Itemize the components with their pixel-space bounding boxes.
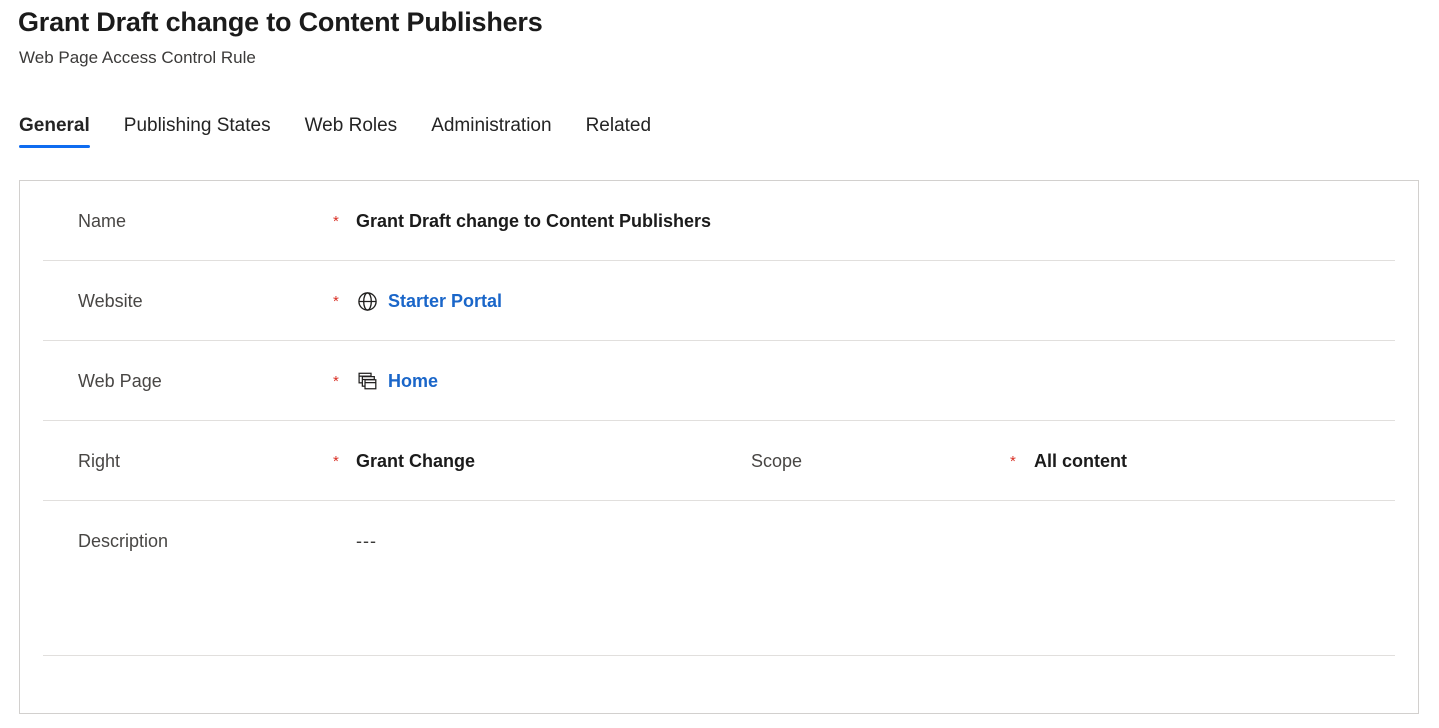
form-row-website: Website * Starter Portal [20, 261, 1418, 341]
field-label-container-web-page: Web Page [78, 341, 162, 421]
tab-related-label: Related [585, 115, 652, 136]
general-tab-form-card: Name * Grant Draft change to Content Pub… [19, 180, 1419, 714]
asterisk-icon: * [333, 452, 339, 470]
label-name: Name [78, 210, 127, 231]
tab-administration-label: Administration [431, 115, 552, 136]
field-label-container-right: Right [78, 421, 120, 501]
tab-general-label: General [19, 115, 90, 136]
tab-web-roles-label: Web Roles [304, 115, 398, 136]
form-row-description: Description --- [20, 501, 1418, 656]
field-value-container-web-page[interactable]: Home [356, 341, 438, 421]
field-value-container-description[interactable]: --- [356, 501, 377, 581]
tab-web-roles[interactable]: Web Roles [288, 114, 415, 148]
form-row-web-page: Web Page * Home [20, 341, 1418, 421]
form-row-name: Name * Grant Draft change to Content Pub… [20, 181, 1418, 261]
field-value-container-right[interactable]: Grant Change [356, 421, 475, 501]
field-value-container-scope[interactable]: All content [1034, 421, 1127, 501]
value-name: Grant Draft change to Content Publishers [356, 210, 712, 231]
required-indicator-scope: * [1010, 421, 1016, 501]
label-website: Website [78, 290, 143, 311]
field-label-container-website: Website [78, 261, 143, 341]
label-scope: Scope [751, 450, 803, 471]
required-indicator-name: * [333, 181, 339, 261]
row-divider [43, 655, 1395, 656]
value-description: --- [356, 530, 377, 551]
tab-publishing-states[interactable]: Publishing States [107, 114, 288, 148]
field-label-container-scope: Scope [751, 421, 802, 501]
active-tab-indicator [19, 145, 90, 148]
tab-related[interactable]: Related [569, 114, 669, 148]
field-label-container-name: Name [78, 181, 126, 261]
page-title: Grant Draft change to Content Publishers [18, 7, 543, 37]
field-value-container-website[interactable]: Starter Portal [356, 261, 502, 341]
page-subtitle: Web Page Access Control Rule [19, 48, 256, 67]
label-right: Right [78, 450, 121, 471]
asterisk-icon: * [333, 372, 339, 390]
label-web-page: Web Page [78, 370, 162, 391]
required-indicator-right: * [333, 421, 339, 501]
required-indicator-web-page: * [333, 341, 339, 421]
asterisk-icon: * [333, 292, 339, 310]
field-value-container-name[interactable]: Grant Draft change to Content Publishers [356, 181, 711, 261]
value-right: Grant Change [356, 450, 476, 471]
field-label-container-description: Description [78, 501, 168, 581]
asterisk-icon: * [333, 212, 339, 230]
globe-icon [356, 290, 378, 312]
asterisk-icon: * [1010, 452, 1016, 470]
link-web-page-home[interactable]: Home [388, 371, 438, 392]
required-indicator-website: * [333, 261, 339, 341]
value-scope: All content [1034, 450, 1127, 471]
tab-general[interactable]: General [19, 114, 107, 148]
tab-strip: General Publishing States Web Roles Admi… [19, 108, 668, 148]
tab-publishing-states-label: Publishing States [123, 115, 271, 136]
link-website-starter-portal[interactable]: Starter Portal [388, 291, 502, 312]
stacked-windows-icon [356, 370, 378, 392]
tab-administration[interactable]: Administration [414, 114, 568, 148]
label-description: Description [78, 530, 169, 551]
form-row-right-scope: Right * Grant Change Scope * All content [20, 421, 1418, 501]
